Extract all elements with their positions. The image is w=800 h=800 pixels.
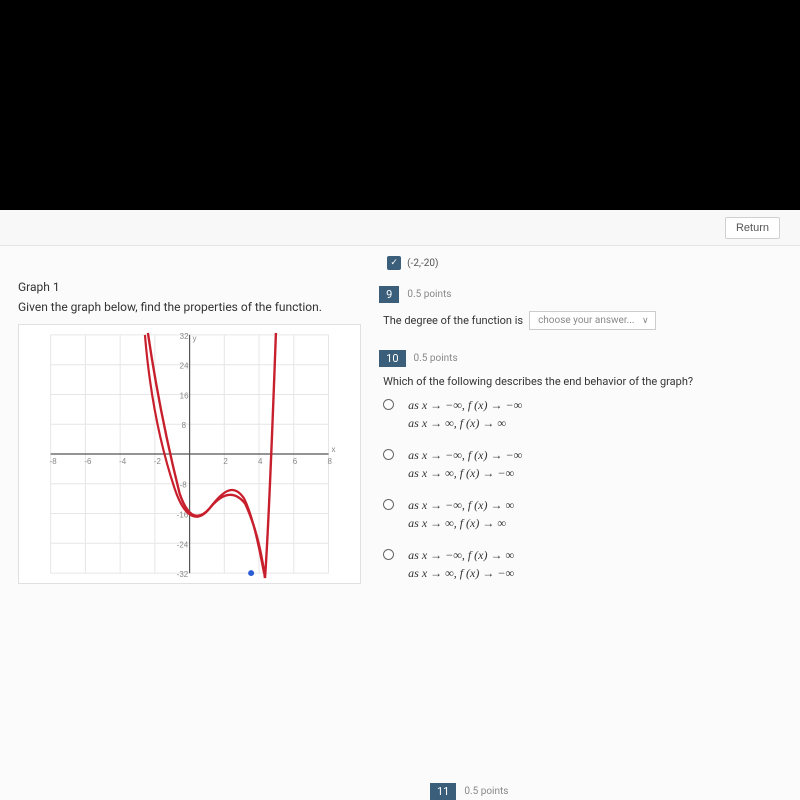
svg-text:4: 4 xyxy=(258,457,263,466)
question-10-stem: Which of the following describes the end… xyxy=(383,375,782,388)
degree-dropdown[interactable]: choose your answer... xyxy=(529,311,655,330)
svg-text:24: 24 xyxy=(180,362,189,371)
question-11-header: 11 0.5 points xyxy=(430,783,508,800)
question-number-badge: 10 xyxy=(379,350,405,367)
choice-line: as x → −∞, f (x) → ∞ xyxy=(408,496,514,514)
graph-section-prompt: Given the graph below, find the properti… xyxy=(18,300,361,314)
svg-text:-24: -24 xyxy=(177,540,189,549)
svg-text:y: y xyxy=(193,334,197,343)
svg-text:x: x xyxy=(331,445,335,454)
svg-text:32: 32 xyxy=(180,332,189,341)
radio-icon[interactable] xyxy=(383,399,394,410)
svg-text:8: 8 xyxy=(328,457,333,466)
graph-svg: 32 24 16 8 -8 -16 -24 -32 -8 -6 -4 -2 2 … xyxy=(19,325,360,583)
function-graph: 32 24 16 8 -8 -16 -24 -32 -8 -6 -4 -2 2 … xyxy=(18,324,361,584)
page-top-bar: Return xyxy=(0,210,800,246)
choice-c[interactable]: as x → −∞, f (x) → ∞ as x → ∞, f (x) → ∞ xyxy=(383,496,782,532)
svg-text:-4: -4 xyxy=(119,457,127,466)
window-black-frame-top xyxy=(0,0,800,210)
question-9-stem: The degree of the function is choose you… xyxy=(383,311,782,330)
radio-icon[interactable] xyxy=(383,449,394,460)
question-10-choices: as x → −∞, f (x) → −∞ as x → ∞, f (x) → … xyxy=(383,396,782,582)
content-wrap: Graph 1 Given the graph below, find the … xyxy=(0,246,800,800)
choice-line: as x → ∞, f (x) → ∞ xyxy=(408,514,514,532)
quiz-page: Return Graph 1 Given the graph below, fi… xyxy=(0,210,800,800)
question-number-badge: 9 xyxy=(379,286,399,303)
question-points: 0.5 points xyxy=(464,786,508,797)
svg-text:-8: -8 xyxy=(50,457,58,466)
choice-line: as x → ∞, f (x) → ∞ xyxy=(408,414,522,432)
svg-text:-2: -2 xyxy=(154,457,161,466)
graph-point-marker xyxy=(248,570,254,576)
choice-line: as x → ∞, f (x) → −∞ xyxy=(408,464,522,482)
return-button[interactable]: Return xyxy=(725,217,780,239)
choice-line: as x → −∞, f (x) → −∞ xyxy=(408,396,522,414)
svg-text:2: 2 xyxy=(223,457,227,466)
graph-section-title: Graph 1 xyxy=(18,280,361,294)
previous-answer-row: ✓ (-2,-20) xyxy=(387,256,782,270)
question-points: 0.5 points xyxy=(414,353,458,364)
choice-line: as x → ∞, f (x) → −∞ xyxy=(408,564,514,582)
svg-text:-6: -6 xyxy=(84,457,92,466)
choice-d[interactable]: as x → −∞, f (x) → ∞ as x → ∞, f (x) → −… xyxy=(383,546,782,582)
svg-text:-8: -8 xyxy=(180,481,188,490)
question-points: 0.5 points xyxy=(407,289,451,300)
question-9: 9 0.5 points The degree of the function … xyxy=(379,286,782,330)
svg-text:8: 8 xyxy=(182,421,187,430)
svg-text:6: 6 xyxy=(293,457,298,466)
left-column: Graph 1 Given the graph below, find the … xyxy=(18,256,361,790)
right-column: ✓ (-2,-20) 9 0.5 points The degree of th… xyxy=(379,256,782,790)
choice-line: as x → −∞, f (x) → ∞ xyxy=(408,546,514,564)
q9-stem-text: The degree of the function is xyxy=(383,314,523,327)
choice-line: as x → −∞, f (x) → −∞ xyxy=(408,446,522,464)
radio-icon[interactable] xyxy=(383,549,394,560)
check-icon: ✓ xyxy=(387,256,401,270)
choice-a[interactable]: as x → −∞, f (x) → −∞ as x → ∞, f (x) → … xyxy=(383,396,782,432)
previous-answer-text: (-2,-20) xyxy=(407,258,438,269)
radio-icon[interactable] xyxy=(383,499,394,510)
question-number-badge: 11 xyxy=(430,783,456,800)
question-10: 10 0.5 points Which of the following des… xyxy=(379,350,782,582)
choice-b[interactable]: as x → −∞, f (x) → −∞ as x → ∞, f (x) → … xyxy=(383,446,782,482)
svg-text:-32: -32 xyxy=(177,570,188,579)
